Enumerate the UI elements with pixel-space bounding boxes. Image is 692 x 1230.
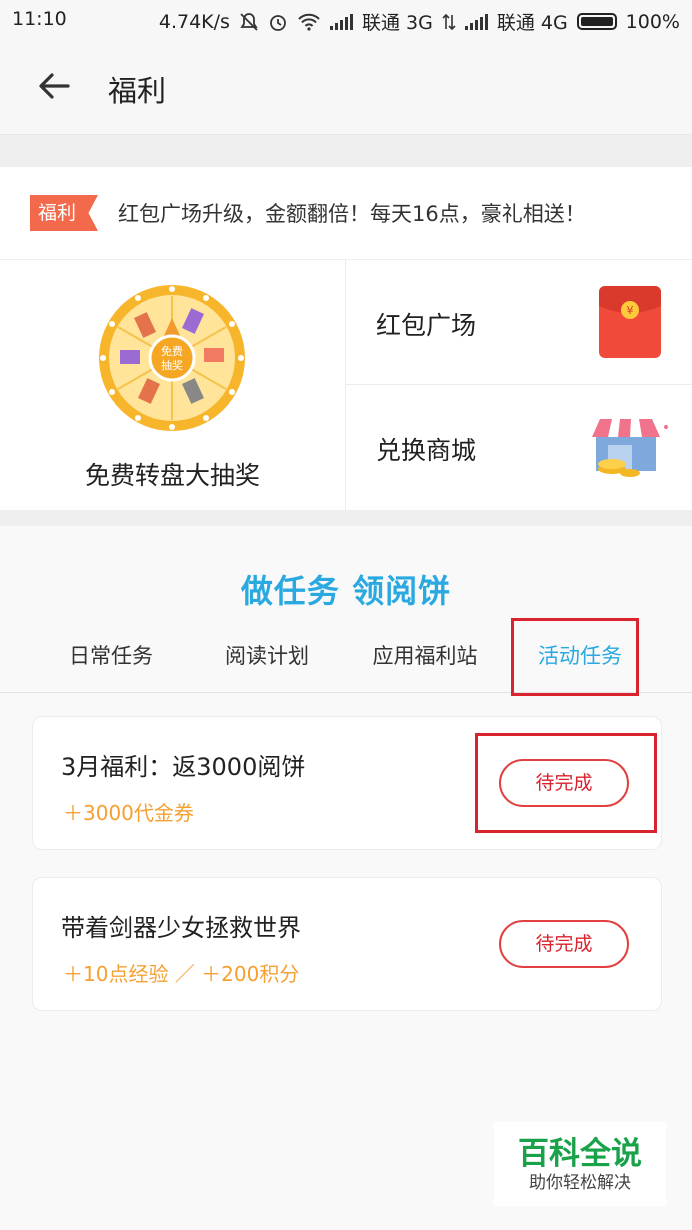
task-reward: ＋10点经验 ／ ＋200积分 [63,962,300,986]
pending-button[interactable]: 待完成 [499,920,629,968]
notice-text: 红包广场升级，金额翻倍！每天16点，豪礼相送！ [118,202,586,226]
lucky-wheel-label: 免费转盘大抽奖 [84,461,260,490]
exchange-shop-label: 兑换商城 [376,436,477,465]
highlight-box [511,618,639,696]
watermark: 百科全说 助你轻松解决 [494,1122,666,1206]
tab-app-welfare[interactable]: 应用福利站 [360,620,490,692]
tab-daily-tasks[interactable]: 日常任务 [52,620,170,692]
section-divider [0,510,692,526]
status-bar: 11:10 4.74K/s 联通 3G 联通 4G 100% [0,0,692,40]
section-divider [0,135,692,167]
data-transfer-icon [442,13,456,30]
notice-tag: 福利 [30,195,98,231]
watermark-title: 百科全说 [518,1136,642,1172]
battery-icon [576,13,617,30]
feature-grid: 免费 抽奖 免费转盘大抽奖 红包广场 ¥ 兑换商城 [0,260,692,510]
carrier-2: 联通 4G [496,12,568,34]
task-title: 3月福利：返3000阅饼 [61,753,306,781]
shop-store-icon [592,419,668,477]
task-reward: ＋3000代金券 [63,801,194,825]
signal-icon [464,13,488,30]
red-packet-label: 红包广场 [376,311,477,340]
battery-percent: 100% [625,10,680,33]
signal-icon [329,13,353,30]
red-envelope-icon: ¥ [599,286,661,358]
wifi-icon [298,13,320,31]
status-time: 11:10 [12,8,67,30]
mute-icon [240,12,258,31]
red-packet-square-entry[interactable]: 红包广场 ¥ [346,260,692,385]
lucky-wheel-icon: 免费 抽奖 [99,285,245,431]
network-speed: 4.74K/s [158,10,230,33]
alarm-icon [270,14,286,31]
app-header: 福利 [0,40,692,135]
task-title: 带着剑器少女拯救世界 [61,914,301,942]
carrier-1: 联通 3G [361,12,433,34]
lucky-wheel-entry[interactable]: 免费 抽奖 免费转盘大抽奖 [0,260,346,510]
wheel-center-text-1: 免费 [161,344,183,358]
tab-reading-plan[interactable]: 阅读计划 [208,620,326,692]
exchange-shop-entry[interactable]: 兑换商城 [346,385,692,510]
tasks-slogan: 做任务 领阅饼 [240,572,452,610]
announcement-bar[interactable]: 福利 红包广场升级，金额翻倍！每天16点，豪礼相送！ [0,167,692,260]
red-envelope-symbol: ¥ [627,304,634,317]
back-arrow-icon[interactable] [36,68,72,104]
highlight-box [475,733,657,833]
page-title: 福利 [108,74,167,108]
watermark-subtitle: 助你轻松解决 [529,1173,631,1193]
wheel-center-text-2: 抽奖 [161,358,183,372]
task-card: 带着剑器少女拯救世界 ＋10点经验 ／ ＋200积分 待完成 [32,877,662,1011]
